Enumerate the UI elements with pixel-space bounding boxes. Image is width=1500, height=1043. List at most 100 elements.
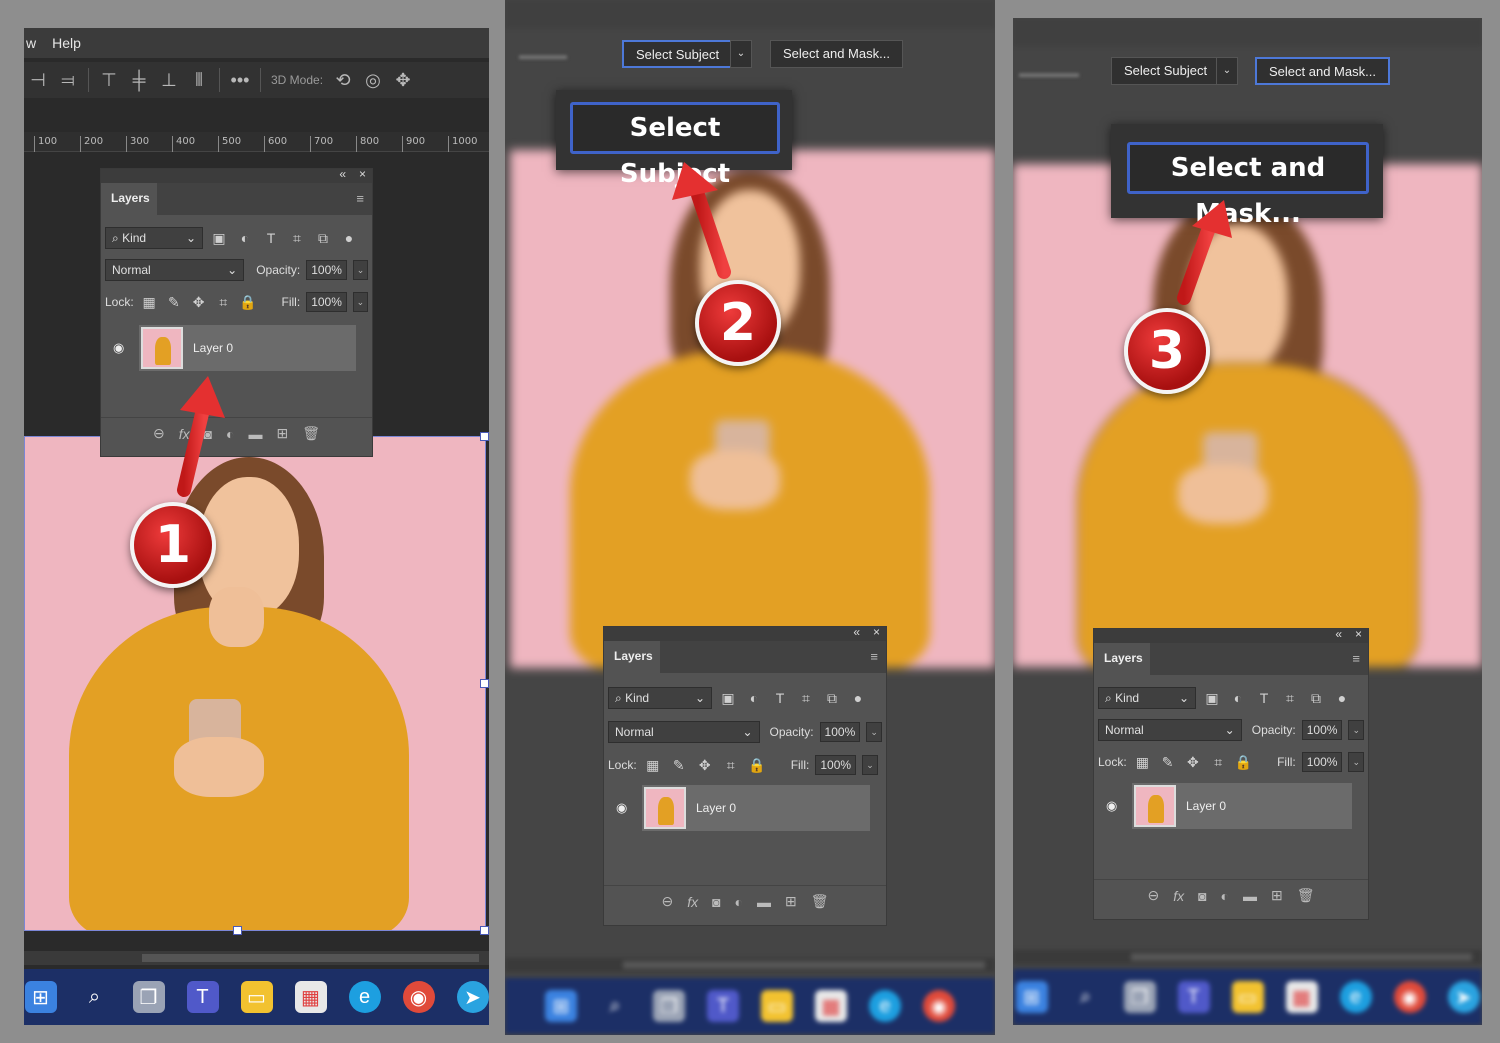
image-filter-icon[interactable]: ▣ xyxy=(1202,690,1222,707)
select-subject-button[interactable]: Select Subject xyxy=(622,40,734,68)
fill-field[interactable]: 100% xyxy=(306,292,347,312)
menu-window[interactable]: w xyxy=(26,35,36,51)
adjustment-filter-icon[interactable]: ◐ xyxy=(744,690,764,706)
opacity-chevron-icon[interactable]: ⌄ xyxy=(866,722,882,742)
transform-handle[interactable] xyxy=(233,926,242,935)
trash-icon[interactable]: 🗑 xyxy=(811,893,829,910)
lock-all-icon[interactable]: 🔒 xyxy=(1234,754,1253,771)
eye-icon[interactable]: ◉ xyxy=(1106,798,1117,814)
chrome-icon[interactable]: ◉ xyxy=(402,981,435,1013)
filter-kind-dropdown[interactable]: ⌕ Kind ⌄ xyxy=(105,227,203,249)
opacity-field[interactable]: 100% xyxy=(819,722,861,742)
trash-icon[interactable]: 🗑 xyxy=(302,425,320,442)
image-filter-icon[interactable]: ▣ xyxy=(209,230,229,247)
file-explorer-icon[interactable]: ▭ xyxy=(761,990,793,1022)
teams-icon[interactable]: T xyxy=(186,981,219,1013)
layer-row[interactable]: ◉ Layer 0 xyxy=(1098,783,1364,831)
fill-field[interactable]: 100% xyxy=(815,755,857,775)
lock-artboard-icon[interactable]: ⌗ xyxy=(1209,754,1228,771)
layer-name[interactable]: Layer 0 xyxy=(696,801,736,815)
file-explorer-icon[interactable]: ▭ xyxy=(240,981,273,1013)
canvas-photo[interactable] xyxy=(510,150,995,668)
opacity-field[interactable]: 100% xyxy=(1301,720,1343,740)
opacity-chevron-icon[interactable]: ⌄ xyxy=(1348,720,1364,740)
mask-icon[interactable]: ◙ xyxy=(204,426,212,442)
telegram-icon[interactable]: ➤ xyxy=(1447,981,1480,1013)
lock-all-icon[interactable]: 🔒 xyxy=(239,294,258,311)
transform-handle[interactable] xyxy=(480,679,489,688)
edge-icon[interactable]: e xyxy=(1339,981,1372,1013)
windows-start-icon[interactable]: ⊞ xyxy=(24,981,57,1013)
task-view-icon[interactable]: ❐ xyxy=(653,990,685,1022)
filter-toggle-icon[interactable]: ● xyxy=(339,230,359,246)
shape-filter-icon[interactable]: ⌗ xyxy=(1280,690,1300,707)
task-view-icon[interactable]: ❐ xyxy=(1123,981,1156,1013)
smart-object-filter-icon[interactable]: ⧉ xyxy=(1306,690,1326,707)
panel-menu-icon[interactable]: ≡ xyxy=(356,191,364,206)
chrome-icon[interactable]: ◉ xyxy=(923,990,955,1022)
file-explorer-icon[interactable]: ▭ xyxy=(1231,981,1264,1013)
search-icon[interactable]: ⌕ xyxy=(79,981,111,1013)
distribute-icon[interactable]: ⫴ xyxy=(189,70,209,91)
opacity-chevron-icon[interactable]: ⌄ xyxy=(352,260,368,280)
canvas-photo[interactable] xyxy=(1013,164,1482,667)
layer-row[interactable]: ◉ Layer 0 xyxy=(608,785,882,833)
lock-artboard-icon[interactable]: ⌗ xyxy=(214,294,233,311)
filter-kind-dropdown[interactable]: ⌕ Kind ⌄ xyxy=(608,687,712,709)
pan-icon[interactable]: ✥ xyxy=(393,70,413,91)
link-icon[interactable]: ⊖ xyxy=(1147,887,1159,904)
adjustment-icon[interactable]: ◐ xyxy=(1221,888,1229,904)
lock-artboard-icon[interactable]: ⌗ xyxy=(721,757,741,774)
chrome-icon[interactable]: ◉ xyxy=(1393,981,1426,1013)
fill-field[interactable]: 100% xyxy=(1301,752,1343,772)
collapse-icon[interactable]: « xyxy=(853,625,860,639)
tab-layers[interactable]: Layers xyxy=(604,641,660,673)
blend-mode-dropdown[interactable]: Normal ⌄ xyxy=(1098,719,1242,741)
edge-icon[interactable]: e xyxy=(869,990,901,1022)
mask-icon[interactable]: ◙ xyxy=(1198,888,1206,904)
align-middle-icon[interactable]: ╪ xyxy=(129,70,149,91)
panel-menu-icon[interactable]: ≡ xyxy=(1352,651,1360,666)
panel-menu-icon[interactable]: ≡ xyxy=(870,649,878,664)
fill-chevron-icon[interactable]: ⌄ xyxy=(352,292,369,312)
store-icon[interactable]: ▦ xyxy=(815,990,847,1022)
select-subject-dropdown[interactable]: ⌄ xyxy=(1216,57,1238,85)
new-layer-icon[interactable]: ⊞ xyxy=(1271,887,1283,904)
select-subject-button[interactable]: Select Subject xyxy=(1111,57,1221,85)
folder-icon[interactable]: ▬ xyxy=(249,426,263,442)
fill-chevron-icon[interactable]: ⌄ xyxy=(862,755,879,775)
tab-layers[interactable]: Layers xyxy=(101,183,157,215)
lock-position-icon[interactable]: ✥ xyxy=(1183,754,1202,771)
align-right-icon[interactable]: ⫤ xyxy=(58,70,78,91)
layer-row[interactable]: ◉ Layer 0 xyxy=(105,325,368,373)
more-icon[interactable]: ••• xyxy=(230,70,250,91)
new-layer-icon[interactable]: ⊞ xyxy=(277,425,289,442)
layer-name[interactable]: Layer 0 xyxy=(1186,799,1226,813)
transform-bounding-box[interactable] xyxy=(24,436,486,931)
tab-layers[interactable]: Layers xyxy=(1094,643,1150,675)
select-subject-dropdown[interactable]: ⌄ xyxy=(730,40,752,68)
adjustment-icon[interactable]: ◐ xyxy=(226,426,234,442)
store-icon[interactable]: ▦ xyxy=(1285,981,1318,1013)
lock-transparency-icon[interactable]: ▦ xyxy=(1133,754,1152,771)
fx-icon[interactable]: fx xyxy=(1173,888,1184,904)
trash-icon[interactable]: 🗑 xyxy=(1297,887,1315,904)
roll-icon[interactable]: ◎ xyxy=(363,70,383,91)
menu-help[interactable]: Help xyxy=(52,35,81,51)
align-top-icon[interactable]: ⊤ xyxy=(99,70,119,91)
lock-transparency-icon[interactable]: ▦ xyxy=(643,757,663,774)
layer-name[interactable]: Layer 0 xyxy=(193,341,233,355)
eye-icon[interactable]: ◉ xyxy=(113,340,124,356)
adjustment-filter-icon[interactable]: ◐ xyxy=(1228,690,1248,706)
teams-icon[interactable]: T xyxy=(1177,981,1210,1013)
align-bottom-icon[interactable]: ⊥ xyxy=(159,70,179,91)
select-and-mask-button[interactable]: Select and Mask... xyxy=(770,40,903,68)
lock-position-icon[interactable]: ✥ xyxy=(189,294,208,311)
new-layer-icon[interactable]: ⊞ xyxy=(785,893,797,910)
search-icon[interactable]: ⌕ xyxy=(1070,981,1102,1013)
type-filter-icon[interactable]: T xyxy=(1254,690,1274,706)
telegram-icon[interactable]: ➤ xyxy=(456,981,489,1013)
fx-icon[interactable]: fx xyxy=(687,894,698,910)
windows-start-icon[interactable]: ⊞ xyxy=(545,990,577,1022)
collapse-icon[interactable]: « xyxy=(1335,627,1342,641)
